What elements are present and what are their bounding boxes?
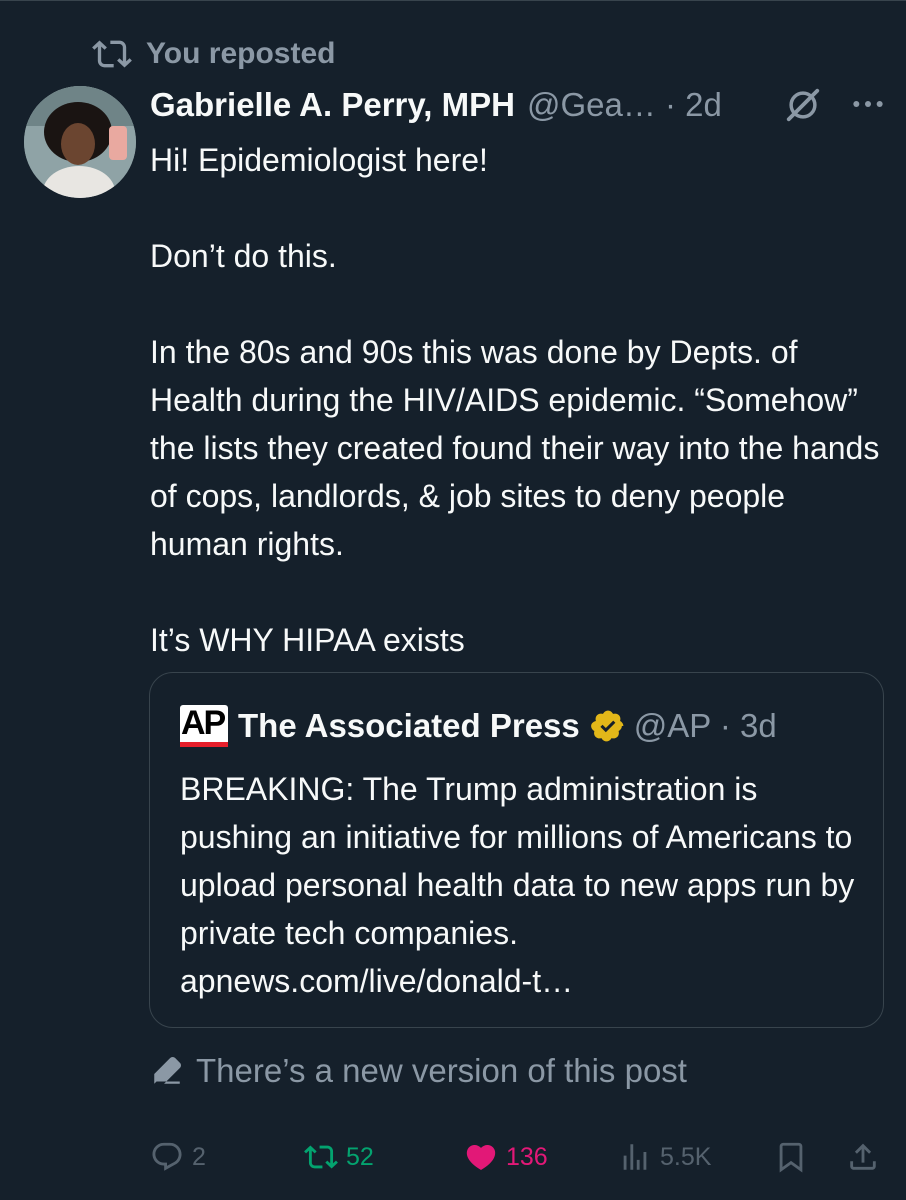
author-avatar[interactable] bbox=[24, 86, 136, 198]
new-version-notice[interactable]: There’s a new version of this post bbox=[150, 1052, 687, 1090]
repost-banner[interactable]: You reposted bbox=[92, 34, 335, 74]
reply-icon bbox=[152, 1142, 182, 1171]
grok-icon[interactable] bbox=[784, 86, 822, 124]
bookmark-icon bbox=[779, 1142, 803, 1173]
views-icon bbox=[623, 1144, 647, 1170]
verified-badge-icon bbox=[590, 710, 624, 742]
repost-icon bbox=[304, 1145, 338, 1169]
like-icon bbox=[466, 1144, 496, 1170]
reply-count: 2 bbox=[192, 1142, 206, 1171]
share-icon bbox=[850, 1143, 876, 1170]
post-paragraph: In the 80s and 90s this was done by Dept… bbox=[150, 334, 880, 562]
quoted-author-handle-time[interactable]: @AP · 3d bbox=[634, 707, 777, 745]
repost-button[interactable]: 52 bbox=[304, 1140, 374, 1174]
repost-icon bbox=[92, 40, 132, 68]
author-name[interactable]: Gabrielle A. Perry, MPH bbox=[150, 86, 515, 124]
reply-button[interactable]: 2 bbox=[150, 1140, 206, 1174]
ap-logo-text: AP bbox=[181, 704, 226, 742]
quoted-post-text: BREAKING: The Trump administration is pu… bbox=[180, 771, 855, 999]
repost-banner-label: You reposted bbox=[146, 37, 336, 70]
post-paragraph: Hi! Epidemiologist here! bbox=[150, 142, 488, 178]
post-header: Gabrielle A. Perry, MPH @Gea… · 2d bbox=[150, 80, 890, 130]
repost-count: 52 bbox=[346, 1142, 374, 1171]
post-body: Hi! Epidemiologist here! Don’t do this. … bbox=[150, 136, 885, 664]
more-icon[interactable] bbox=[848, 84, 888, 124]
top-divider bbox=[0, 0, 906, 1]
new-version-label: There’s a new version of this post bbox=[196, 1052, 687, 1089]
post-paragraph: It’s WHY HIPAA exists bbox=[150, 622, 465, 658]
ap-logo[interactable]: AP bbox=[180, 705, 228, 747]
quoted-post-header: AP The Associated Press @AP · 3d bbox=[180, 705, 777, 747]
post-paragraph: Don’t do this. bbox=[150, 238, 337, 274]
bookmark-button[interactable] bbox=[774, 1140, 816, 1174]
quoted-post-card[interactable]: AP The Associated Press @AP · 3d BREAKIN… bbox=[149, 672, 884, 1028]
views-button[interactable]: 5.5K bbox=[618, 1140, 711, 1174]
edit-pencil-icon bbox=[154, 1057, 181, 1084]
author-handle-time[interactable]: @Gea… · 2d bbox=[527, 86, 722, 124]
like-button[interactable]: 136 bbox=[464, 1140, 548, 1174]
action-bar: 2 52 136 5.5K bbox=[0, 1140, 906, 1184]
share-button[interactable] bbox=[846, 1140, 888, 1174]
views-count: 5.5K bbox=[660, 1142, 712, 1171]
quoted-author-name[interactable]: The Associated Press bbox=[238, 707, 580, 745]
like-count: 136 bbox=[506, 1142, 548, 1171]
avatar-photo bbox=[24, 86, 136, 198]
